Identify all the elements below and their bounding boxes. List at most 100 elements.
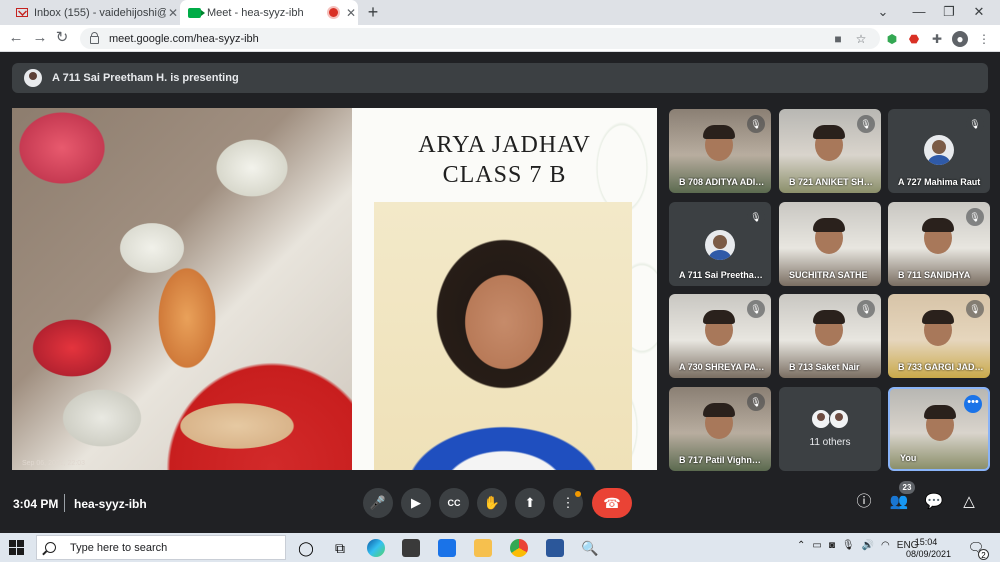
more-options-button[interactable]: ⋮ — [553, 488, 583, 518]
tab-search-icon[interactable]: ⌄ — [870, 3, 896, 21]
mic-off-icon: 🎙 — [857, 300, 875, 318]
file-explorer-icon[interactable] — [474, 539, 492, 557]
minimize-button[interactable]: — — [906, 3, 932, 21]
close-tab-icon[interactable]: ✕ — [344, 6, 358, 20]
new-tab-button[interactable]: + — [364, 3, 382, 21]
participant-tile[interactable]: 🎙 B 721 ANIKET SHINDE — [779, 109, 881, 193]
microphone-button[interactable]: 🎤 — [363, 488, 393, 518]
leave-call-button[interactable]: ☎ — [592, 488, 632, 518]
meeting-code: hea-syyz-ibh — [74, 497, 147, 511]
participant-tile[interactable]: 🎙 B 711 SANIDHYA — [888, 202, 990, 286]
close-tab-icon[interactable]: ✕ — [166, 6, 180, 20]
self-video — [924, 405, 956, 441]
more-options-icon[interactable]: ••• — [964, 395, 982, 413]
reload-icon[interactable]: ↻ — [52, 29, 72, 47]
tab-meet[interactable]: Meet - hea-syyz-ibh ✕ — [180, 0, 358, 25]
others-tile[interactable]: 11 others — [779, 387, 881, 471]
self-tile[interactable]: ••• You — [888, 387, 990, 471]
bookmark-star-icon[interactable]: ☆ — [853, 31, 869, 47]
taskbar-clock[interactable]: 15:04 08/09/2021 — [906, 536, 951, 560]
hand-icon: ✋ — [483, 495, 501, 510]
info-icon: ⓘ — [856, 493, 872, 510]
battery-icon[interactable]: ▭ — [812, 540, 821, 551]
extension-red-icon[interactable]: ⬣ — [906, 31, 922, 47]
profile-avatar[interactable]: ● — [952, 31, 968, 47]
participant-video — [922, 218, 954, 254]
slide-title-name: ARYA JADHAV — [418, 132, 591, 158]
mic-off-icon: 🎙 — [747, 115, 765, 133]
clock-time: 15:04 — [914, 537, 938, 547]
participant-video — [703, 125, 735, 161]
camera-button[interactable]: ▶ — [401, 488, 431, 518]
meet-icon — [188, 7, 205, 18]
others-avatars — [811, 409, 851, 429]
captions-button[interactable]: CC — [439, 488, 469, 518]
participant-tile[interactable]: 🎙 A 727 Mahima Raut — [888, 109, 990, 193]
mic-tray-icon[interactable]: 🎙 — [842, 540, 855, 551]
participant-tile[interactable]: 🎙 B 733 GARGI JADHAV — [888, 294, 990, 378]
participant-tile[interactable]: 🎙 A 730 SHREYA PAWAR — [669, 294, 771, 378]
address-bar[interactable]: meet.google.com/hea-syyz-ibh — [80, 28, 880, 49]
back-icon[interactable]: ← — [6, 29, 26, 47]
people-icon: 👥 — [889, 493, 909, 510]
presentation-view[interactable]: Sep 06, 2021, 22:03 ARYA JADHAV CLASS 7 … — [12, 108, 657, 470]
participant-tile[interactable]: 🎙 B 708 ADITYA ADITYA — [669, 109, 771, 193]
edge-icon[interactable] — [367, 539, 385, 557]
task-view-icon[interactable]: ⧉ — [330, 538, 350, 558]
raise-hand-button[interactable]: ✋ — [477, 488, 507, 518]
magnifier-icon[interactable]: 🔍 — [580, 538, 600, 558]
volume-icon[interactable]: 🔊 — [862, 540, 874, 551]
windows-start-icon[interactable] — [9, 540, 24, 555]
notification-count-badge: 2 — [978, 549, 989, 560]
meeting-details-button[interactable]: ⓘ — [852, 490, 876, 514]
present-button[interactable]: ⬆ — [515, 488, 545, 518]
participant-avatar — [924, 135, 954, 165]
chrome-icon[interactable] — [510, 539, 528, 557]
tab-gmail-inbox[interactable]: Inbox (155) - vaidehijoshi@mes.ac.in ✕ — [8, 0, 180, 25]
chat-button[interactable]: 💬 — [922, 490, 946, 514]
slide-title-class: CLASS 7 B — [442, 162, 567, 188]
participant-video — [813, 310, 845, 346]
phone-hangup-icon: ☎ — [603, 495, 621, 511]
gmail-icon — [16, 8, 28, 17]
store-icon[interactable] — [402, 539, 420, 557]
activities-button[interactable]: △ — [957, 490, 981, 514]
tray-chevron-icon[interactable]: ⌃ — [797, 540, 805, 551]
participant-avatar — [705, 230, 735, 260]
menu-kebab-icon[interactable]: ⋮ — [976, 31, 992, 47]
participant-tile[interactable]: 🎙 B 713 Saket Nair — [779, 294, 881, 378]
camera-tray-icon[interactable]: ◙ — [829, 540, 835, 551]
extensions-puzzle-icon[interactable]: ✚ — [929, 31, 945, 47]
mail-icon[interactable] — [438, 539, 456, 557]
mic-off-icon: 🎙 — [857, 115, 875, 133]
participant-name: B 721 ANIKET SHINDE — [789, 177, 875, 187]
url-text: meet.google.com/hea-syyz-ibh — [109, 32, 259, 45]
mic-off-icon: 🎙 — [747, 300, 765, 318]
taskbar-search-box[interactable]: Type here to search — [36, 535, 286, 560]
captions-icon: CC — [447, 498, 461, 508]
mic-off-icon: 🎙 — [966, 208, 984, 226]
tab-label: Meet - hea-syyz-ibh — [207, 6, 304, 19]
participant-video — [813, 218, 845, 254]
self-name: You — [900, 453, 917, 463]
wifi-icon[interactable]: ◠ — [881, 540, 890, 551]
extension-shield-icon[interactable]: ⬢ — [884, 31, 900, 47]
system-tray: ⌃ ▭ ◙ 🎙 🔊 ◠ ENG — [797, 540, 918, 551]
word-icon[interactable] — [546, 539, 564, 557]
camera-indicator-icon[interactable]: ■ — [830, 31, 846, 47]
search-placeholder: Type here to search — [70, 541, 168, 554]
slide-panel: ARYA JADHAV CLASS 7 B — [352, 108, 657, 470]
participant-tile[interactable]: 🎙 B 717 Patil Vighnesh — [669, 387, 771, 471]
kebab-icon: ⋮ — [561, 495, 575, 510]
participant-tile[interactable]: SUCHITRA SATHE — [779, 202, 881, 286]
presenting-text: A 711 Sai Preetham H. is presenting — [52, 72, 239, 84]
divider — [64, 494, 65, 512]
close-window-button[interactable]: ✕ — [966, 3, 992, 21]
cortana-icon[interactable]: ◯ — [296, 538, 316, 558]
participant-tile[interactable]: 🎙 A 711 Sai Preetham H. — [669, 202, 771, 286]
mic-off-icon: 🎙 — [747, 208, 765, 226]
forward-icon[interactable]: → — [30, 29, 50, 47]
ganesha-photo — [12, 108, 352, 470]
maximize-button[interactable]: ❐ — [936, 3, 962, 21]
presenting-banner: A 711 Sai Preetham H. is presenting — [12, 63, 988, 93]
